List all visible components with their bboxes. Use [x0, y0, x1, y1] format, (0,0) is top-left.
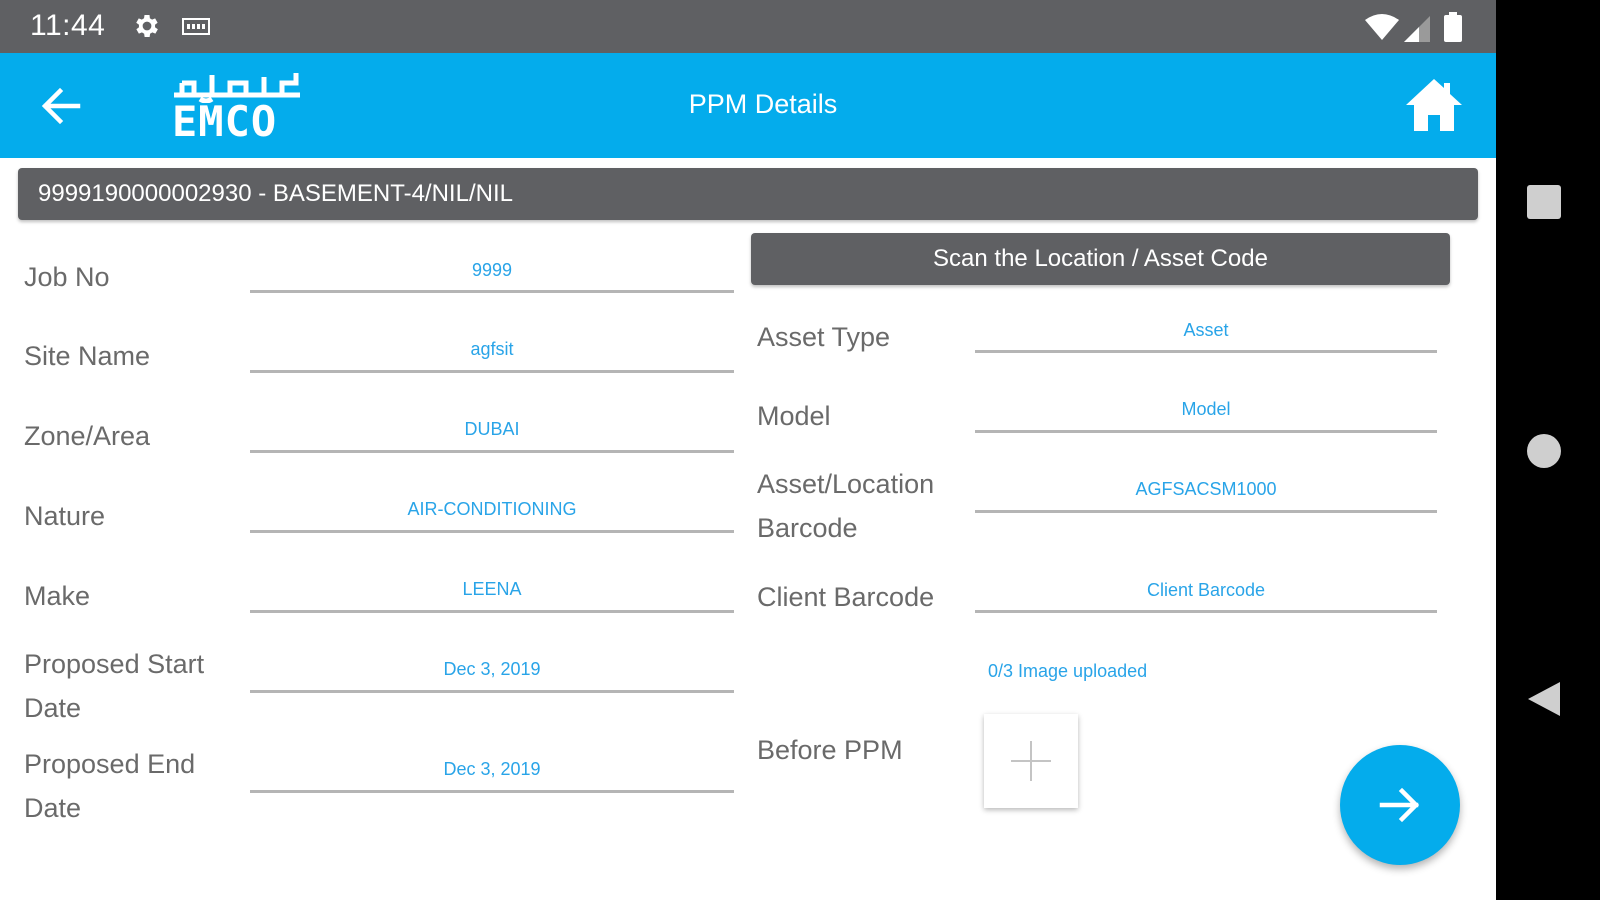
proposed-end-underline — [250, 790, 734, 793]
job-no-label: Job No — [24, 262, 110, 292]
signal-icon — [1404, 16, 1430, 42]
zone-area-value[interactable]: DUBAI — [250, 419, 734, 440]
nature-label: Nature — [24, 501, 106, 531]
location-header: 9999190000002930 - BASEMENT-4/NIL/NIL — [18, 168, 1478, 220]
home-icon[interactable] — [1404, 77, 1464, 133]
client-barcode-label: Client Barcode — [757, 582, 935, 612]
notification-icon — [182, 18, 210, 35]
proposed-start-label-line1: Proposed Start — [24, 649, 205, 679]
job-no-value[interactable]: 9999 — [250, 260, 734, 281]
client-barcode-underline — [975, 610, 1437, 613]
site-name-underline — [250, 370, 734, 373]
scan-location-asset-button[interactable]: Scan the Location / Asset Code — [751, 233, 1450, 285]
status-time: 11:44 — [30, 9, 106, 42]
client-barcode-value[interactable]: Client Barcode — [975, 580, 1437, 601]
proposed-start-value[interactable]: Dec 3, 2019 — [250, 659, 734, 680]
site-name-label: Site Name — [24, 341, 151, 371]
make-value[interactable]: LEENA — [250, 579, 734, 600]
asset-location-barcode-label-line1: Asset/Location — [757, 469, 935, 499]
model-underline — [975, 430, 1437, 433]
asset-type-value[interactable]: Asset — [975, 320, 1437, 341]
gear-icon — [136, 15, 158, 37]
asset-type-label: Asset Type — [757, 322, 891, 352]
proposed-end-value[interactable]: Dec 3, 2019 — [250, 759, 734, 780]
site-name-value[interactable]: agfsit — [250, 339, 734, 360]
proposed-start-label-line2: Date — [24, 693, 82, 723]
make-underline — [250, 610, 734, 613]
model-label: Model — [757, 401, 831, 431]
wifi-icon — [1365, 14, 1399, 40]
nature-underline — [250, 530, 734, 533]
next-fab-button[interactable] — [1340, 745, 1460, 865]
job-no-underline — [250, 290, 734, 293]
back-triangle-icon[interactable] — [1526, 680, 1562, 718]
ppm-details-form: 9999190000002930 - BASEMENT-4/NIL/NIL Jo… — [0, 158, 1496, 900]
asset-type-underline — [975, 350, 1437, 353]
model-value[interactable]: Model — [975, 399, 1437, 420]
app-bar: EMCO PPM Details — [0, 53, 1496, 158]
battery-icon — [1444, 12, 1462, 42]
proposed-end-label-line1: Proposed End — [24, 749, 196, 779]
before-ppm-label: Before PPM — [757, 735, 903, 765]
asset-location-barcode-underline — [975, 510, 1437, 513]
proposed-end-label-line2: Date — [24, 793, 82, 823]
zone-area-underline — [250, 450, 734, 453]
navigation-bar — [1496, 0, 1600, 900]
proposed-start-underline — [250, 690, 734, 693]
zone-area-label: Zone/Area — [24, 421, 151, 451]
page-title: PPM Details — [688, 89, 838, 119]
add-image-button[interactable] — [984, 714, 1078, 808]
arrow-right-icon — [1379, 787, 1420, 823]
plus-icon — [1011, 741, 1051, 781]
asset-location-barcode-label-line2: Barcode — [757, 513, 858, 543]
status-bar: 11:44 — [0, 0, 1496, 53]
nature-value[interactable]: AIR-CONDITIONING — [250, 499, 734, 520]
make-label: Make — [24, 581, 91, 611]
home-circle-icon[interactable] — [1527, 434, 1561, 468]
recents-icon[interactable] — [1527, 185, 1561, 219]
asset-location-barcode-value[interactable]: AGFSACSM1000 — [975, 479, 1437, 500]
image-upload-status: 0/3 Image uploaded — [988, 661, 1148, 681]
